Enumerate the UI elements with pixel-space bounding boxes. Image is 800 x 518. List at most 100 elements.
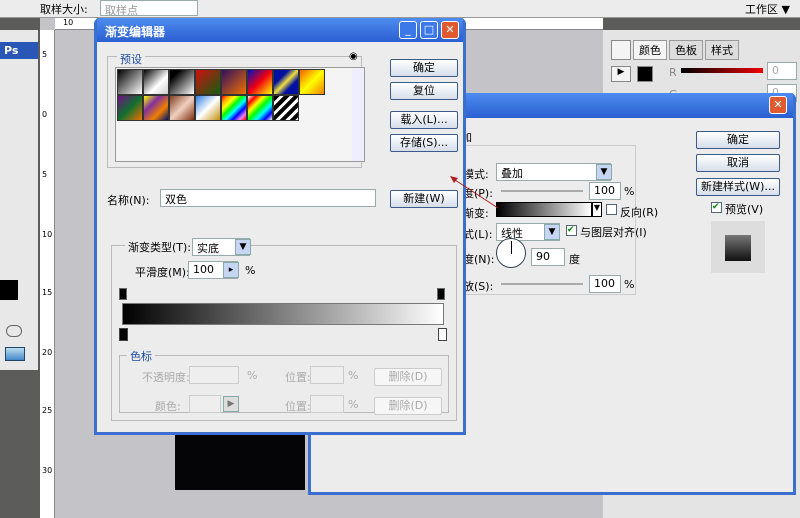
smoothness-label: 平滑度(M): xyxy=(135,266,190,279)
tab-color[interactable]: 颜色 xyxy=(633,40,667,60)
name-label: 名称(N): xyxy=(107,194,150,207)
percent-label: % xyxy=(245,264,256,277)
gradient-dropdown-icon[interactable]: ▼ xyxy=(592,202,602,217)
reverse-checkbox[interactable] xyxy=(606,204,617,215)
angle-input[interactable]: 90 xyxy=(531,248,565,266)
presets-label: 预设 xyxy=(117,51,145,67)
r-slider[interactable] xyxy=(681,68,763,73)
delete-opacity-stop-button[interactable]: 删除(D) xyxy=(374,368,442,386)
angle-label: 度(N): xyxy=(463,253,495,266)
stop-opacity-label: 不透明度: xyxy=(142,371,190,384)
save-button[interactable]: 存储(S)... xyxy=(390,134,458,152)
close-icon[interactable]: ✕ xyxy=(769,96,787,114)
ruler-tick-label: 30 xyxy=(42,466,53,475)
tab-styles[interactable]: 样式 xyxy=(705,40,739,60)
load-button[interactable]: 载入(L)... xyxy=(390,111,458,129)
gradient-preset-swatch[interactable] xyxy=(273,69,299,95)
blend-mode-select[interactable]: 叠加 xyxy=(496,163,611,181)
color-location-input[interactable] xyxy=(310,395,344,413)
opacity-slider[interactable] xyxy=(501,190,583,192)
color-stop-left[interactable] xyxy=(119,328,128,341)
r-value[interactable]: 0 xyxy=(767,62,797,80)
reverse-label: 反向(R) xyxy=(620,206,659,219)
ruler-tick-label: 10 xyxy=(42,230,53,239)
style-preview-swatch xyxy=(725,235,751,261)
gradient-preset-swatch[interactable] xyxy=(247,69,273,95)
stop-opacity-input[interactable] xyxy=(189,366,239,384)
vertical-ruler: 5 0 5 10 15 20 25 30 xyxy=(40,30,55,518)
gradient-preset-swatch[interactable] xyxy=(117,69,143,95)
workspace-menu[interactable]: 工作区 ▼ xyxy=(745,1,790,17)
maximize-icon[interactable]: □ xyxy=(420,21,438,39)
ruler-tick-label: 20 xyxy=(42,348,53,357)
gradient-picker[interactable] xyxy=(496,202,592,217)
screen-mode-icon[interactable] xyxy=(5,347,25,361)
ruler-tick-label: 0 xyxy=(42,110,48,119)
percent-label: % xyxy=(348,369,359,382)
minimize-icon[interactable]: _ xyxy=(399,21,417,39)
align-checkbox[interactable]: ✔ xyxy=(566,225,577,236)
scale-slider[interactable] xyxy=(501,283,583,285)
tab-swatches[interactable]: 色板 xyxy=(669,40,703,60)
opacity-location-label: 位置: xyxy=(285,371,311,384)
history-icon[interactable] xyxy=(611,40,631,60)
style-label: 式(L): xyxy=(463,228,493,241)
ok-button[interactable]: 确定 xyxy=(696,131,780,149)
close-icon[interactable]: ✕ xyxy=(441,21,459,39)
percent-label: % xyxy=(624,185,635,198)
percent-label: % xyxy=(247,369,258,382)
gradient-preset-swatch[interactable] xyxy=(195,69,221,95)
ruler-tick-label: 5 xyxy=(42,50,48,59)
ruler-tick-label: 10 xyxy=(63,18,74,27)
smoothness-arrow-icon[interactable]: ▸ xyxy=(223,262,239,278)
name-input[interactable]: 双色 xyxy=(160,189,376,207)
gradient-bar[interactable] xyxy=(122,303,444,325)
new-style-button[interactable]: 新建样式(W)... xyxy=(696,178,780,196)
actions-play-icon[interactable]: ▶ xyxy=(611,66,631,82)
gradient-preset-swatch[interactable] xyxy=(299,69,325,95)
chevron-down-icon[interactable]: ▼ xyxy=(544,224,560,240)
opacity-stop-left[interactable] xyxy=(119,288,127,300)
gradient-preset-swatch[interactable] xyxy=(273,95,299,121)
angle-dial[interactable] xyxy=(496,238,526,268)
stop-color-swatch[interactable] xyxy=(189,395,221,413)
presets-scrollbar[interactable] xyxy=(352,68,364,161)
chevron-down-icon[interactable]: ▼ xyxy=(235,239,251,255)
chevron-down-icon[interactable]: ▼ xyxy=(596,164,612,180)
stop-color-arrow-icon[interactable]: ▶ xyxy=(223,396,239,412)
dock-header[interactable] xyxy=(603,18,800,30)
style-preview xyxy=(711,221,765,273)
angle-unit-label: 度 xyxy=(569,253,580,266)
opacity-input[interactable]: 100 xyxy=(589,182,621,200)
color-stop-right[interactable] xyxy=(438,328,447,341)
presets-menu-icon[interactable]: ◉ xyxy=(349,51,358,62)
gradient-preset-swatch[interactable] xyxy=(195,95,221,121)
gradient-preset-swatch[interactable] xyxy=(221,69,247,95)
opacity-location-input[interactable] xyxy=(310,366,344,384)
gradient-preset-swatch[interactable] xyxy=(143,69,169,95)
gradient-preset-swatch[interactable] xyxy=(221,95,247,121)
gradient-preset-swatch[interactable] xyxy=(143,95,169,121)
foreground-swatch[interactable] xyxy=(637,66,653,82)
gradient-preset-swatch[interactable] xyxy=(169,69,195,95)
cancel-button[interactable]: 取消 xyxy=(696,154,780,172)
stop-color-label: 颜色: xyxy=(155,400,181,413)
gradient-editor-dialog: 渐变编辑器 _ □ ✕ 预设 ◉ 确定 复位 载入(L)... 存储(S)...… xyxy=(94,18,466,435)
gradient-preset-swatch[interactable] xyxy=(117,95,143,121)
sample-size-select[interactable]: 取样点 xyxy=(100,0,198,17)
presets-grid xyxy=(116,68,336,121)
ok-button[interactable]: 确定 xyxy=(390,59,458,77)
preview-checkbox[interactable]: ✔ xyxy=(711,202,722,213)
gradient-preset-swatch[interactable] xyxy=(247,95,273,121)
gradient-preset-swatch[interactable] xyxy=(169,95,195,121)
scale-label: 放(S): xyxy=(463,280,494,293)
scale-input[interactable]: 100 xyxy=(589,275,621,293)
quick-mask-icon[interactable] xyxy=(6,325,22,337)
ruler-tick-label: 25 xyxy=(42,406,53,415)
opacity-stop-right[interactable] xyxy=(437,288,445,300)
percent-label: % xyxy=(348,398,359,411)
toolbox: Ps xyxy=(0,30,38,370)
reset-button[interactable]: 复位 xyxy=(390,82,458,100)
foreground-color-swatch[interactable] xyxy=(0,280,18,300)
delete-color-stop-button[interactable]: 删除(D) xyxy=(374,397,442,415)
